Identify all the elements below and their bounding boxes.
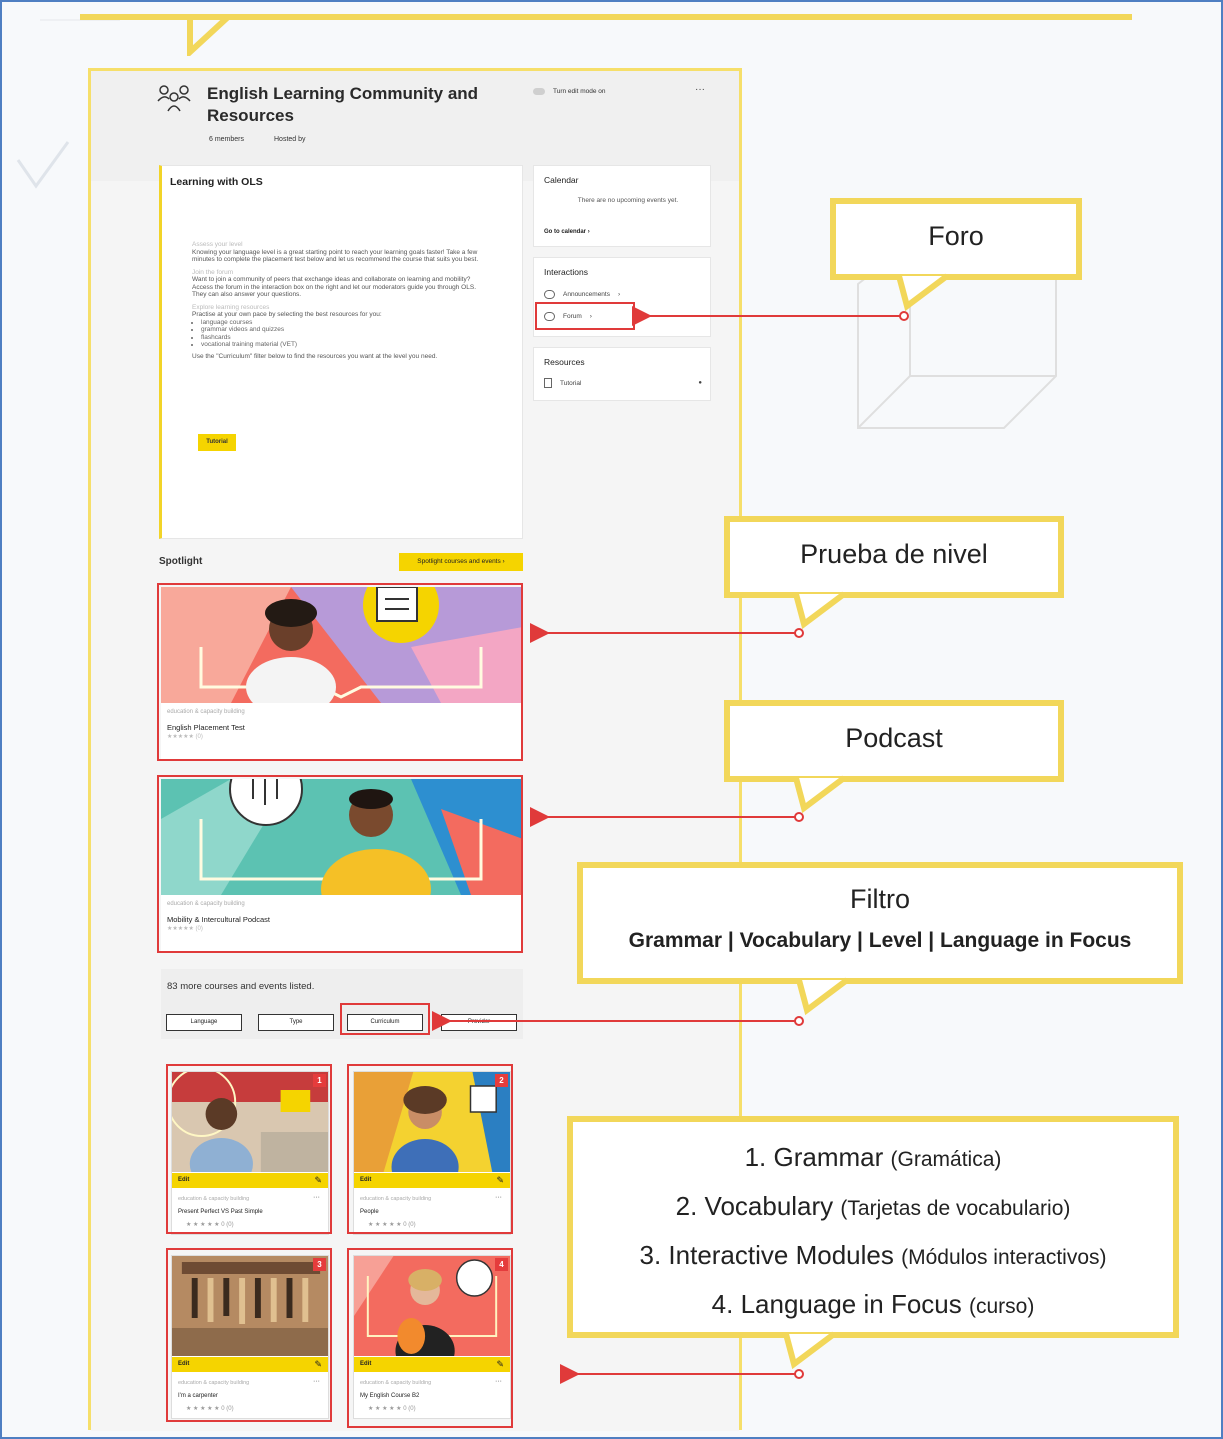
list-item: vocational training material (VET) <box>201 341 492 349</box>
forum-highlight <box>535 302 635 330</box>
resources-title: Resources <box>544 357 585 367</box>
chat-bubble-icon <box>544 290 555 299</box>
announcements-link[interactable]: Announcements › <box>544 290 620 299</box>
spotlight-button-label: Spotlight courses and events <box>417 558 501 565</box>
callout-title: Filtro <box>850 884 910 914</box>
more-courses-text: 83 more courses and events listed. <box>167 981 315 992</box>
callout-title: Podcast <box>845 723 943 753</box>
filter-language[interactable]: Language <box>166 1014 242 1031</box>
callout-title: Prueba de nivel <box>800 539 988 569</box>
course-type-item: 3. Interactive Modules (Módulos interact… <box>639 1240 1107 1270</box>
course-type-list: 1. Grammar (Gramática) 2. Vocabulary (Ta… <box>573 1134 1173 1330</box>
resource-item-tutorial[interactable]: Tutorial ● <box>544 378 702 388</box>
members-count[interactable]: 6 members <box>209 136 244 143</box>
course-type-item: 2. Vocabulary (Tarjetas de vocabulario) <box>675 1191 1071 1221</box>
section-heading: Join the forum <box>192 268 234 276</box>
callout-prueba-tail <box>793 591 846 630</box>
resources-card: Resources Tutorial ● <box>533 347 711 401</box>
go-to-calendar-label: Go to calendar <box>544 229 587 235</box>
document-icon <box>544 378 552 388</box>
tutorial-button[interactable]: Tutorial <box>198 434 236 451</box>
spotlight-courses-button[interactable]: Spotlight courses and events › <box>399 553 523 571</box>
hosted-by: Hosted by <box>274 136 306 143</box>
callout-podcast: Podcast <box>724 700 1064 782</box>
resource-type-list: language courses grammar videos and quiz… <box>201 319 492 349</box>
learning-card-title: Learning with OLS <box>170 176 263 188</box>
more-options-icon[interactable]: ··· <box>695 84 705 95</box>
callout-prueba-de-nivel: Prueba de nivel <box>724 516 1064 598</box>
filter-type[interactable]: Type <box>258 1014 334 1031</box>
section-text: Practise at your own pace by selecting t… <box>192 311 382 318</box>
course-3-highlight <box>166 1248 332 1422</box>
chevron-right-icon: › <box>617 291 621 298</box>
course-4-highlight <box>347 1248 513 1428</box>
edit-mode-label[interactable]: Turn edit mode on <box>553 88 606 95</box>
learning-card-body: Assess your level Knowing your language … <box>192 236 492 360</box>
callout-foro-tail <box>896 273 949 312</box>
callout-filtro: Filtro Grammar | Vocabulary | Level | La… <box>577 862 1183 984</box>
edit-mode-toggle[interactable] <box>533 88 545 95</box>
people-group-icon <box>157 85 191 112</box>
section-text: Want to join a community of peers that e… <box>192 276 476 298</box>
list-item: language courses <box>201 319 492 327</box>
callout-title: Foro <box>928 221 984 251</box>
callout-foro: Foro <box>830 198 1082 280</box>
course-2-highlight <box>347 1064 513 1234</box>
calendar-card: Calendar There are no upcoming events ye… <box>533 165 711 247</box>
placement-test-highlight <box>157 583 523 761</box>
callout-filtro-tail <box>796 977 849 1016</box>
callout-course-types: 1. Grammar (Gramática) 2. Vocabulary (Ta… <box>567 1116 1179 1338</box>
section-text: Knowing your language level is a great s… <box>192 248 479 264</box>
podcast-highlight <box>157 775 523 953</box>
list-item: flashcards <box>201 334 492 342</box>
top-notch-decoration <box>180 14 231 56</box>
calendar-empty-text: There are no upcoming events yet. <box>577 197 679 204</box>
community-title: English Learning Community and Resources <box>207 84 479 125</box>
spotlight-heading: Spotlight <box>159 556 203 567</box>
curriculum-hint: Use the "Curriculum" filter below to fin… <box>192 352 438 360</box>
pin-icon[interactable]: ● <box>698 380 702 386</box>
section-heading: Explore learning resources <box>192 303 270 311</box>
section-heading: Assess your level <box>192 241 243 248</box>
announcements-label: Announcements <box>563 291 610 298</box>
go-to-calendar-link[interactable]: Go to calendar › <box>544 229 590 235</box>
callout-podcast-tail <box>793 775 846 814</box>
chevron-right-icon: › <box>502 558 505 565</box>
callout-subtitle: Grammar | Vocabulary | Level | Language … <box>628 929 1132 952</box>
resource-label: Tutorial <box>560 379 582 387</box>
course-type-item: 1. Grammar (Gramática) <box>744 1142 1002 1172</box>
course-1-highlight <box>166 1064 332 1234</box>
filter-provider[interactable]: Provider <box>441 1014 517 1031</box>
curriculum-filter-highlight <box>340 1003 430 1035</box>
course-type-item: 4. Language in Focus (curso) <box>711 1289 1035 1319</box>
list-item: grammar videos and quizzes <box>201 326 492 334</box>
calendar-title: Calendar <box>544 175 579 185</box>
callout-course-types-tail <box>783 1331 836 1370</box>
interactions-title: Interactions <box>544 267 588 277</box>
chevron-right-icon: › <box>587 229 590 235</box>
learning-with-ols-card: Learning with OLS Assess your level Know… <box>159 165 523 539</box>
